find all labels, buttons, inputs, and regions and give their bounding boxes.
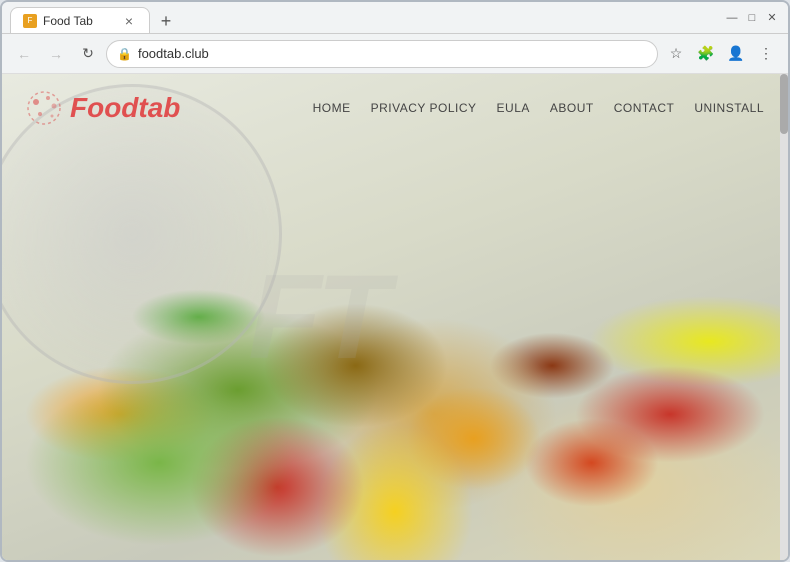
tab-title: Food Tab bbox=[43, 14, 93, 28]
url-text: foodtab.club bbox=[138, 46, 209, 61]
nav-link-home[interactable]: HOME bbox=[313, 101, 351, 115]
logo-icon bbox=[26, 90, 62, 126]
minimize-button[interactable]: — bbox=[724, 10, 740, 26]
nav-link-about[interactable]: ABOUT bbox=[550, 101, 594, 115]
title-bar: F Food Tab × + — □ ✕ bbox=[2, 2, 788, 34]
nav-link-contact[interactable]: CONTACT bbox=[614, 101, 675, 115]
navigation-bar: ← → ↻ 🔒 foodtab.club ☆ 🧩 👤 ⋮ bbox=[2, 34, 788, 74]
back-button[interactable]: ← bbox=[10, 40, 38, 68]
browser-window: F Food Tab × + — □ ✕ ← → ↻ 🔒 foodtab.clu… bbox=[0, 0, 790, 562]
reload-button[interactable]: ↻ bbox=[74, 40, 102, 68]
new-tab-button[interactable]: + bbox=[154, 9, 178, 33]
bookmark-button[interactable]: ☆ bbox=[662, 40, 690, 68]
address-bar[interactable]: 🔒 foodtab.club bbox=[106, 40, 658, 68]
site-navigation: Foodtab HOME PRIVACY POLICY EULA ABOUT C… bbox=[2, 74, 788, 142]
scrollbar[interactable] bbox=[780, 74, 788, 560]
site-logo: Foodtab bbox=[26, 90, 180, 126]
extensions-button[interactable]: 🧩 bbox=[692, 40, 720, 68]
tab-close-button[interactable]: × bbox=[121, 13, 137, 29]
active-tab[interactable]: F Food Tab × bbox=[10, 7, 150, 33]
watermark-text: FT bbox=[248, 248, 385, 386]
close-button[interactable]: ✕ bbox=[764, 10, 780, 26]
hero-image: FT bbox=[2, 74, 788, 560]
forward-button[interactable]: → bbox=[42, 40, 70, 68]
account-button[interactable]: 👤 bbox=[722, 40, 750, 68]
website-content: FT Foodtab HOME PRIVACY POLICY E bbox=[2, 74, 788, 560]
nav-link-eula[interactable]: EULA bbox=[497, 101, 530, 115]
main-nav-links: HOME PRIVACY POLICY EULA ABOUT CONTACT U… bbox=[313, 101, 764, 115]
logo-text: Foodtab bbox=[70, 92, 180, 124]
nav-link-uninstall[interactable]: UNINSTALL bbox=[694, 101, 764, 115]
nav-link-privacy-policy[interactable]: PRIVACY POLICY bbox=[371, 101, 477, 115]
tab-favicon: F bbox=[23, 14, 37, 28]
tab-area: F Food Tab × + bbox=[10, 2, 724, 33]
maximize-button[interactable]: □ bbox=[744, 10, 760, 26]
window-controls: — □ ✕ bbox=[724, 10, 780, 26]
nav-right-icons: ☆ 🧩 👤 ⋮ bbox=[662, 40, 780, 68]
lock-icon: 🔒 bbox=[117, 47, 132, 61]
menu-button[interactable]: ⋮ bbox=[752, 40, 780, 68]
